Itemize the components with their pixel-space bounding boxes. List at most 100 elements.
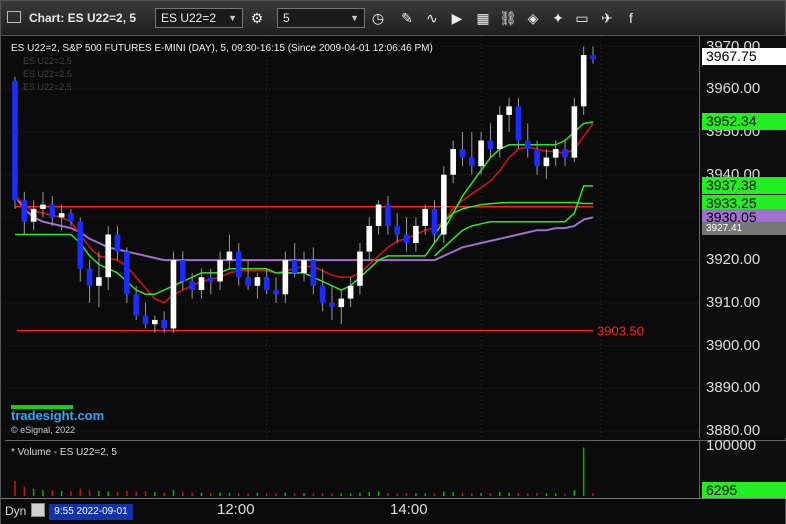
candle-body xyxy=(235,251,242,278)
slow-ma-line xyxy=(14,195,594,262)
candle-body xyxy=(86,268,93,286)
candle-body xyxy=(329,302,335,308)
clock-icon[interactable]: ◷ xyxy=(369,9,387,27)
candle-body xyxy=(366,225,373,252)
volume-bar xyxy=(489,493,492,496)
volume-bar xyxy=(154,491,156,496)
volume-bar xyxy=(116,491,119,496)
volume-bar xyxy=(182,491,184,496)
candle-body xyxy=(77,221,84,269)
volume-bar xyxy=(256,492,259,496)
candle-body xyxy=(422,208,428,226)
chart-header: ES U22=2, S&P 500 FUTURES E-MINI (DAY), … xyxy=(11,43,433,54)
candle-body xyxy=(58,213,65,218)
candle-body xyxy=(21,200,28,222)
volume-bar xyxy=(536,492,538,496)
volume-bar xyxy=(368,491,371,496)
tradesight-logo: tradesight.com xyxy=(11,408,105,423)
lock-icon[interactable] xyxy=(31,503,45,517)
ghost-label: ES U22=2,5 xyxy=(23,69,72,79)
price-tag: 3952.34 xyxy=(702,113,786,131)
facebook-icon[interactable]: f xyxy=(622,9,640,27)
chevron-down-icon: ▼ xyxy=(228,13,237,23)
volume-bar xyxy=(219,492,221,496)
candle-body xyxy=(552,149,559,158)
candle-body xyxy=(496,114,503,150)
studies-icon[interactable]: ▦ xyxy=(474,9,492,27)
volume-bar xyxy=(499,491,501,496)
window-title: Chart: ES U22=2, 5 xyxy=(29,11,137,25)
volume-bar xyxy=(144,491,147,496)
volume-bar xyxy=(200,492,203,496)
volume-bar xyxy=(23,486,26,496)
window-icon xyxy=(7,11,21,23)
price-scale[interactable]: 3970.003960.003950.003940.003930.003920.… xyxy=(699,36,786,439)
candle-body xyxy=(562,149,568,158)
candle-body xyxy=(170,260,177,329)
candle-body xyxy=(180,260,186,282)
volume-bar xyxy=(228,492,231,496)
settings-icon[interactable]: ⚙ xyxy=(248,9,266,27)
time-tick-label: 12:00 xyxy=(217,501,255,518)
volume-bar xyxy=(564,493,566,496)
candle-body xyxy=(226,251,233,261)
ghost-label: ES U22=2,5 xyxy=(23,56,72,66)
candle-body xyxy=(413,225,419,244)
link-icon[interactable]: ⛓ xyxy=(499,9,517,27)
chevron-down-icon: ▼ xyxy=(350,13,359,23)
symbol-value: ES U22=2 xyxy=(161,11,217,25)
chat-icon[interactable]: ✦ xyxy=(549,9,567,27)
candle-body xyxy=(114,234,121,252)
interval-value: 5 xyxy=(283,11,290,25)
tag-icon[interactable]: ◈ xyxy=(524,9,542,27)
volume-bar xyxy=(70,491,72,496)
volume-bar xyxy=(396,493,398,496)
candle-body xyxy=(152,319,158,325)
volume-scale: 100000 6295 xyxy=(699,437,786,499)
candle-body xyxy=(394,225,401,235)
line-study-icon[interactable]: ∿ xyxy=(423,9,441,27)
price-tick-label: 3960.00 xyxy=(706,80,761,98)
candle-body xyxy=(133,294,139,316)
volume-panel[interactable]: * Volume - ES U22=2, 5 xyxy=(5,440,699,498)
volume-bar xyxy=(51,490,54,496)
candle-body xyxy=(431,208,438,235)
play-icon[interactable]: ▶ xyxy=(448,9,466,27)
volume-bar xyxy=(237,492,240,496)
volume-bar xyxy=(573,489,576,496)
candle-body xyxy=(30,208,37,222)
volume-bar xyxy=(387,492,389,496)
candle-body xyxy=(469,157,475,167)
volume-bar xyxy=(554,493,557,496)
candle-body xyxy=(124,251,130,295)
twitter-icon[interactable]: ✈ xyxy=(598,9,616,27)
volume-bar xyxy=(42,489,44,496)
ghost-label: ES U22=2,5 xyxy=(23,82,72,92)
candle-body xyxy=(301,260,307,273)
candle-body xyxy=(273,290,279,295)
dyn-mode[interactable]: Dyn xyxy=(5,504,26,518)
candle-body xyxy=(198,277,205,291)
interval-select[interactable]: 5 ▼ xyxy=(277,8,365,28)
candle-body xyxy=(450,149,456,175)
volume-bar xyxy=(60,490,63,496)
volume-bar xyxy=(359,492,361,496)
candle-body xyxy=(310,260,317,286)
volume-bar xyxy=(526,493,529,496)
chat-bubble-icon[interactable]: ▭ xyxy=(573,9,591,27)
volume-bar xyxy=(517,492,520,496)
volume-bar xyxy=(88,489,91,496)
volume-bar xyxy=(592,492,594,496)
volume-bar xyxy=(461,492,464,496)
candle-body xyxy=(580,55,587,107)
pencil-icon[interactable]: ✎ xyxy=(398,9,416,27)
volume-bar xyxy=(79,488,82,496)
volume-bar xyxy=(545,493,548,496)
volume-bar xyxy=(424,493,426,496)
candle-body xyxy=(40,204,46,209)
price-plot[interactable]: 3903.50 ES U22=2, S&P 500 FUTURES E-MINI… xyxy=(5,36,699,438)
candle-body xyxy=(254,277,261,286)
candle-body xyxy=(68,213,74,222)
volume-bar xyxy=(377,491,380,496)
symbol-select[interactable]: ES U22=2 ▼ xyxy=(155,8,243,28)
